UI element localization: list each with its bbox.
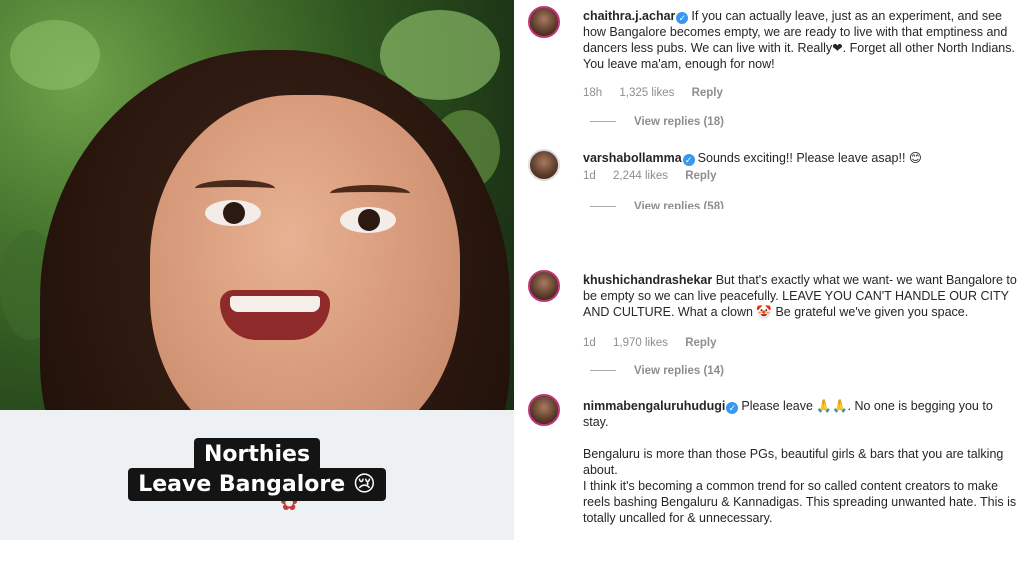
comment-username[interactable]: nimmabengaluruhudugi xyxy=(583,399,725,413)
foliage-patch xyxy=(10,20,100,90)
face xyxy=(150,95,460,455)
reply-button[interactable]: Reply xyxy=(692,87,723,99)
view-replies-label: View replies (18) xyxy=(634,116,724,128)
eye xyxy=(340,207,396,233)
view-replies-label: View replies (14) xyxy=(634,365,724,377)
comment-time: 18h xyxy=(583,87,603,99)
verified-badge-icon: ✓ xyxy=(676,12,689,24)
comment-meta: 18h 1,325 likes Reply xyxy=(583,87,737,99)
divider xyxy=(590,121,616,123)
crying-emoji-icon: 😢 xyxy=(352,472,376,497)
comment-time: 1d xyxy=(583,337,596,349)
avatar[interactable] xyxy=(528,394,560,426)
avatar[interactable] xyxy=(528,149,560,181)
eyebrow xyxy=(195,180,275,197)
comment-paragraph: Bengaluru is more than those PGs, beauti… xyxy=(583,447,1004,477)
caption-line-1-row: Northies xyxy=(0,438,514,471)
comment-body: chaithra.j.achar ✓ If you can actually lea… xyxy=(583,8,1021,72)
comment-body: varshabollamma ✓ Sounds exciting!! Please … xyxy=(583,150,1021,166)
eyebrow xyxy=(330,185,410,202)
comment-body: khushichandrashekar But that's exactly w… xyxy=(583,272,1021,320)
comments-panel: chaithra.j.achar ✓ If you can actually lea… xyxy=(520,0,1024,540)
comment-text: Sounds exciting!! Please leave asap!! 😊 xyxy=(697,151,922,165)
comment-likes[interactable]: 1,970 likes xyxy=(613,337,668,349)
divider xyxy=(590,206,616,208)
comment-meta: 1d 2,244 likes Reply xyxy=(583,170,731,182)
comment-time: 1d xyxy=(583,170,596,182)
comment-username[interactable]: varshabollamma xyxy=(583,151,682,165)
verified-badge-icon: ✓ xyxy=(682,154,695,166)
caption-line-1: Northies xyxy=(193,438,321,471)
reply-button[interactable]: Reply xyxy=(685,170,716,182)
caption-line-2-row: Leave Bangalore 😢 xyxy=(0,468,514,501)
view-replies-label: View replies (58) xyxy=(634,201,724,209)
caption-line-2-text: Leave Bangalore xyxy=(138,472,346,497)
comment-likes[interactable]: 1,325 likes xyxy=(619,87,674,99)
avatar[interactable] xyxy=(528,6,560,38)
comment-likes[interactable]: 2,244 likes xyxy=(613,170,668,182)
divider xyxy=(590,370,616,372)
comment-first-paragraph: nimmabengaluruhudugi ✓ Please leave 🙏🙏. No… xyxy=(583,398,1021,430)
verified-badge-icon: ✓ xyxy=(726,402,739,414)
view-replies-button[interactable]: View replies (14) xyxy=(590,365,724,377)
comment-body: nimmabengaluruhudugi ✓ Please leave 🙏🙏. No… xyxy=(583,398,1021,526)
comment-username[interactable]: khushichandrashekar xyxy=(583,273,712,287)
comment-paragraph: I think it's becoming a common trend for… xyxy=(583,479,1017,525)
reel-video[interactable]: ✿ ✿ Northies Leave Bangalore 😢 xyxy=(0,0,514,540)
mouth xyxy=(220,290,330,340)
caption-line-2: Leave Bangalore 😢 xyxy=(128,468,386,501)
comment-username[interactable]: chaithra.j.achar xyxy=(583,9,675,23)
view-replies-button[interactable]: View replies (18) xyxy=(590,116,724,128)
reply-button[interactable]: Reply xyxy=(685,337,716,349)
view-replies-button[interactable]: View replies (58) xyxy=(590,201,724,209)
comment-meta: 1d 1,970 likes Reply xyxy=(583,337,731,349)
eye xyxy=(205,200,261,226)
avatar[interactable] xyxy=(528,270,560,302)
